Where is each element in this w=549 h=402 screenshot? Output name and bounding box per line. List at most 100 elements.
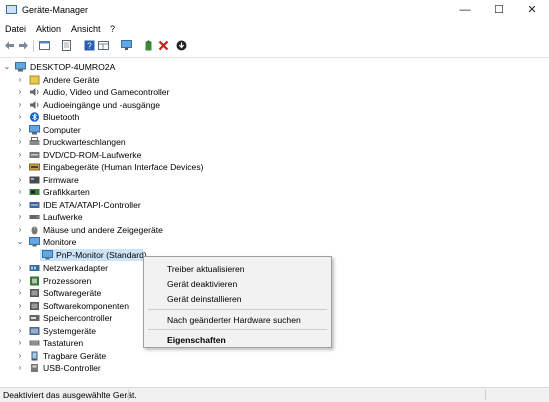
uninstall-icon[interactable] <box>158 40 169 51</box>
tree-item-label: DVD/CD-ROM-Laufwerke <box>43 149 142 160</box>
tree-item-dvd[interactable]: › DVD/CD-ROM-Laufwerke <box>0 149 300 161</box>
expand-chevron-icon[interactable]: › <box>16 149 24 161</box>
menu-item-update-driver[interactable]: Treiber aktualisieren <box>167 264 245 274</box>
expand-chevron-icon[interactable]: › <box>16 325 24 337</box>
toolbar: ? <box>0 38 549 54</box>
tree-item-druckwarteschlangen[interactable]: › Druckwarteschlangen <box>0 136 300 148</box>
back-icon[interactable] <box>4 40 15 51</box>
tree-item-label: Systemgeräte <box>43 325 97 336</box>
unknown-device-icon <box>29 75 40 84</box>
tree-item-maeuse[interactable]: › Mäuse und andere Zeigegeräte <box>0 224 300 236</box>
tree-root[interactable]: ⌄ DESKTOP-4UMRO2A <box>0 61 300 73</box>
expand-chevron-icon[interactable]: › <box>16 211 24 223</box>
software-device-icon <box>30 289 39 297</box>
tree-item-laufwerke[interactable]: › Laufwerke <box>0 211 300 223</box>
menu-bar: Datei Aktion Ansicht ? <box>0 22 549 36</box>
menu-item-properties[interactable]: Eigenschaften <box>167 335 226 345</box>
storage-controller-icon <box>29 315 40 321</box>
tree-item-ide[interactable]: › IDE ATA/ATAPI-Controller <box>0 199 300 211</box>
status-text: Deaktiviert das ausgewählte Gerät. <box>3 390 137 400</box>
speaker-icon <box>30 88 39 96</box>
expand-chevron-icon[interactable]: › <box>16 275 24 287</box>
update-driver-icon[interactable] <box>143 40 154 51</box>
minimize-button[interactable]: — <box>448 0 482 20</box>
computer-icon <box>15 62 26 72</box>
tree-item-grafikkarten[interactable]: › Grafikkarten <box>0 186 300 198</box>
expand-chevron-icon[interactable]: › <box>16 262 24 274</box>
device-manager-icon <box>6 5 17 14</box>
tree-item-label: Audio, Video und Gamecontroller <box>43 87 170 97</box>
expand-chevron-icon[interactable]: › <box>16 86 24 98</box>
help-icon[interactable]: ? <box>84 40 95 51</box>
expand-chevron-icon[interactable]: › <box>16 300 24 312</box>
context-menu: Treiber aktualisieren Gerät deaktivieren… <box>143 256 332 348</box>
tree-item-label: USB-Controller <box>43 363 101 373</box>
display-adapter-icon <box>29 189 40 195</box>
toolbar-separator <box>33 40 34 52</box>
expand-chevron-icon[interactable]: › <box>16 99 24 111</box>
tree-item-label: Firmware <box>43 174 79 185</box>
computer-icon <box>29 124 40 134</box>
tree-item-label: Tragbare Geräte <box>43 350 107 361</box>
menu-item-uninstall-device[interactable]: Gerät deinstallieren <box>167 294 242 304</box>
expand-chevron-icon[interactable]: › <box>16 199 24 211</box>
status-pane-divider <box>485 390 486 400</box>
expand-chevron-icon[interactable]: › <box>16 186 24 198</box>
status-bar: Deaktiviert das ausgewählte Gerät. <box>0 387 549 402</box>
collapse-chevron-icon[interactable]: ⌄ <box>16 236 24 248</box>
expand-chevron-icon[interactable]: › <box>16 337 24 349</box>
expand-chevron-icon[interactable]: › <box>16 362 24 374</box>
close-button[interactable]: ✕ <box>515 0 549 20</box>
printer-icon <box>29 137 40 145</box>
tree-item-label: IDE ATA/ATAPI-Controller <box>43 199 141 210</box>
expand-chevron-icon[interactable]: › <box>16 350 24 362</box>
tree-item-firmware[interactable]: › Firmware <box>0 174 300 186</box>
view-icon[interactable] <box>98 40 109 51</box>
tree-item-label: Andere Geräte <box>43 74 100 85</box>
expand-chevron-icon[interactable]: › <box>16 111 24 123</box>
tree-item-audio-video[interactable]: › Audio, Video und Gamecontroller <box>0 86 300 98</box>
expand-chevron-icon[interactable]: › <box>16 124 24 136</box>
status-pane-divider <box>128 390 129 400</box>
menu-datei[interactable]: Datei <box>5 24 26 34</box>
tree-item-label: Audioeingänge und -ausgänge <box>43 99 161 110</box>
menu-ansicht[interactable]: Ansicht <box>71 24 101 34</box>
expand-chevron-icon[interactable]: › <box>16 161 24 173</box>
tree-item-eingabegeraete[interactable]: › Eingabegeräte (Human Interface Devices… <box>0 161 300 173</box>
collapse-chevron-icon[interactable]: ⌄ <box>3 61 11 73</box>
maximize-button[interactable]: ☐ <box>482 0 516 20</box>
properties-icon[interactable] <box>39 40 50 51</box>
tree-item-andere-geraete[interactable]: › Andere Geräte <box>0 74 300 86</box>
tree-item-audioeingaenge[interactable]: › Audioeingänge und -ausgänge <box>0 99 300 111</box>
tree-item-label: Netzwerkadapter <box>43 263 108 273</box>
software-component-icon <box>30 301 39 310</box>
tree-item-label: Softwarekomponenten <box>43 300 129 311</box>
menu-item-scan-hardware[interactable]: Nach geänderter Hardware suchen <box>167 315 301 325</box>
menu-separator <box>148 329 327 330</box>
expand-chevron-icon[interactable]: › <box>16 312 24 324</box>
tree-root-label: DESKTOP-4UMRO2A <box>30 62 116 72</box>
forward-icon[interactable] <box>18 40 29 51</box>
expand-chevron-icon[interactable]: › <box>16 74 24 86</box>
show-hidden-icon[interactable] <box>61 40 72 51</box>
menu-aktion[interactable]: Aktion <box>36 24 61 34</box>
download-icon[interactable] <box>176 40 187 51</box>
tree-item-bluetooth[interactable]: › Bluetooth <box>0 111 300 123</box>
expand-chevron-icon[interactable]: › <box>16 224 24 236</box>
tree-item-tragbare-geraete[interactable]: › Tragbare Geräte <box>0 350 300 362</box>
menu-item-disable-device[interactable]: Gerät deaktivieren <box>167 279 237 289</box>
tree-item-computer[interactable]: › Computer <box>0 124 300 136</box>
tree-item-label: PnP-Monitor (Standard) <box>56 250 147 260</box>
tree-item-label: Grafikkarten <box>43 187 90 197</box>
expand-chevron-icon[interactable]: › <box>16 174 24 186</box>
tree-item-pnp-monitor[interactable]: PnP-Monitor (Standard) <box>40 249 147 261</box>
menu-help[interactable]: ? <box>110 24 115 34</box>
monitor-scan-icon[interactable] <box>121 40 132 51</box>
tree-item-label: Softwaregeräte <box>43 288 102 298</box>
tree-item-monitore[interactable]: ⌄ Monitore <box>0 236 300 248</box>
expand-chevron-icon[interactable]: › <box>16 287 24 299</box>
tree-item-usb-controller[interactable]: › USB-Controller <box>0 362 300 374</box>
svg-text:?: ? <box>87 42 92 51</box>
expand-chevron-icon[interactable]: › <box>16 136 24 148</box>
tree-item-label: Tastaturen <box>43 338 84 348</box>
